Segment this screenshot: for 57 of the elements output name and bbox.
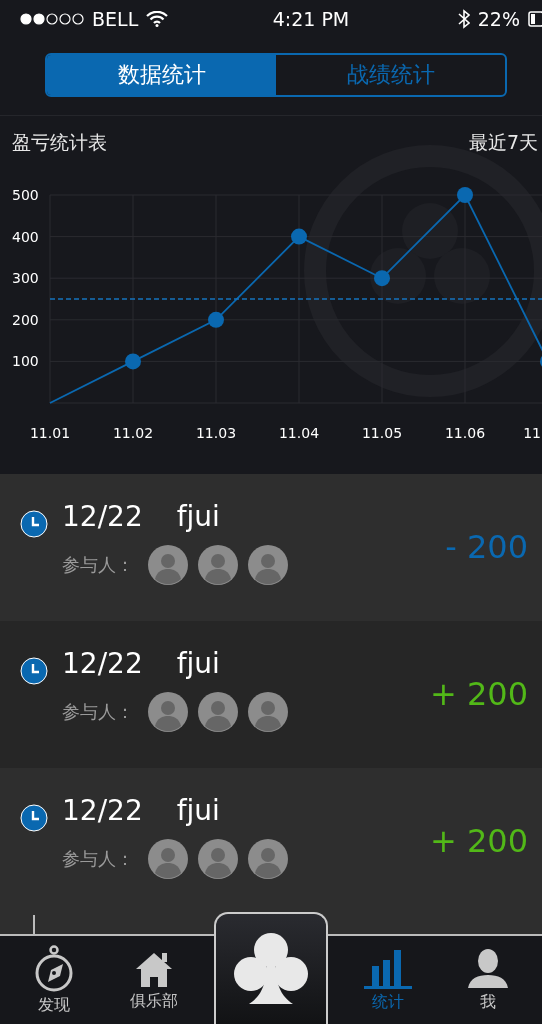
- avatar-icon: [198, 839, 238, 879]
- data-point: [291, 228, 307, 245]
- x-tick-label: 11.02: [112, 425, 154, 441]
- chart-title: 盈亏统计表: [12, 130, 107, 155]
- record-date: 12/22: [62, 794, 143, 827]
- x-tick-label: 11.06: [444, 425, 486, 441]
- clock-time: 4:21 PM: [272, 8, 350, 30]
- nav-tab[interactable]: 发现: [14, 944, 94, 1016]
- bluetooth-icon: [457, 9, 470, 29]
- data-point: [125, 353, 141, 370]
- avatar-icon: [198, 545, 238, 585]
- clock-icon: [20, 657, 48, 685]
- clock-icon: [20, 804, 48, 832]
- carrier-name: BELL: [92, 8, 139, 30]
- avatar-icon: [148, 545, 188, 585]
- club-button[interactable]: [214, 912, 328, 1024]
- record-name: fjui: [176, 500, 220, 533]
- battery-percent: 22%: [477, 8, 520, 30]
- x-tick-label: 11.05: [361, 425, 403, 441]
- y-tick-label: 300: [12, 270, 39, 287]
- record-date: 12/22: [62, 500, 143, 533]
- record-name: fjui: [176, 647, 220, 680]
- data-point: [208, 311, 224, 328]
- nav-tab[interactable]: 俱乐部: [114, 948, 194, 1012]
- y-tick-label: 100: [12, 353, 39, 370]
- user-icon: [468, 947, 508, 990]
- x-tick-label: 11.01: [29, 425, 71, 441]
- avatar-icon: [248, 692, 288, 732]
- tab[interactable]: 数据统计: [47, 55, 276, 95]
- avatar-icon: [198, 692, 238, 732]
- participants-label: 参与人：: [62, 847, 134, 871]
- y-tick-label: 400: [12, 228, 39, 245]
- signal-icon: [20, 13, 84, 25]
- data-point: [374, 270, 390, 287]
- nav-tab[interactable]: 我: [448, 947, 528, 1013]
- amount-value: + 200: [429, 822, 528, 860]
- avatar-icon: [248, 839, 288, 879]
- data-point: [457, 187, 473, 203]
- participants-label: 参与人：: [62, 553, 134, 577]
- y-tick-label: 200: [12, 311, 39, 328]
- x-tick-label: 11: [523, 425, 541, 441]
- y-tick-label: 500: [12, 187, 39, 203]
- amount-value: + 200: [429, 675, 528, 713]
- battery-icon: [528, 11, 542, 27]
- amount-value: - 200: [445, 528, 528, 566]
- avatar-icon: [148, 692, 188, 732]
- record-date: 12/22: [62, 647, 143, 680]
- wifi-icon: [146, 11, 169, 27]
- record-name: fjui: [176, 794, 220, 827]
- range-label: 最近7天: [468, 130, 538, 155]
- participants-label: 参与人：: [62, 700, 134, 724]
- clock-icon: [20, 510, 48, 538]
- x-tick-label: 11.03: [195, 425, 237, 441]
- x-tick-label: 11.04: [278, 425, 320, 441]
- avatar-icon: [248, 545, 288, 585]
- bar-chart-icon: [362, 947, 414, 990]
- avatar-icon: [148, 839, 188, 879]
